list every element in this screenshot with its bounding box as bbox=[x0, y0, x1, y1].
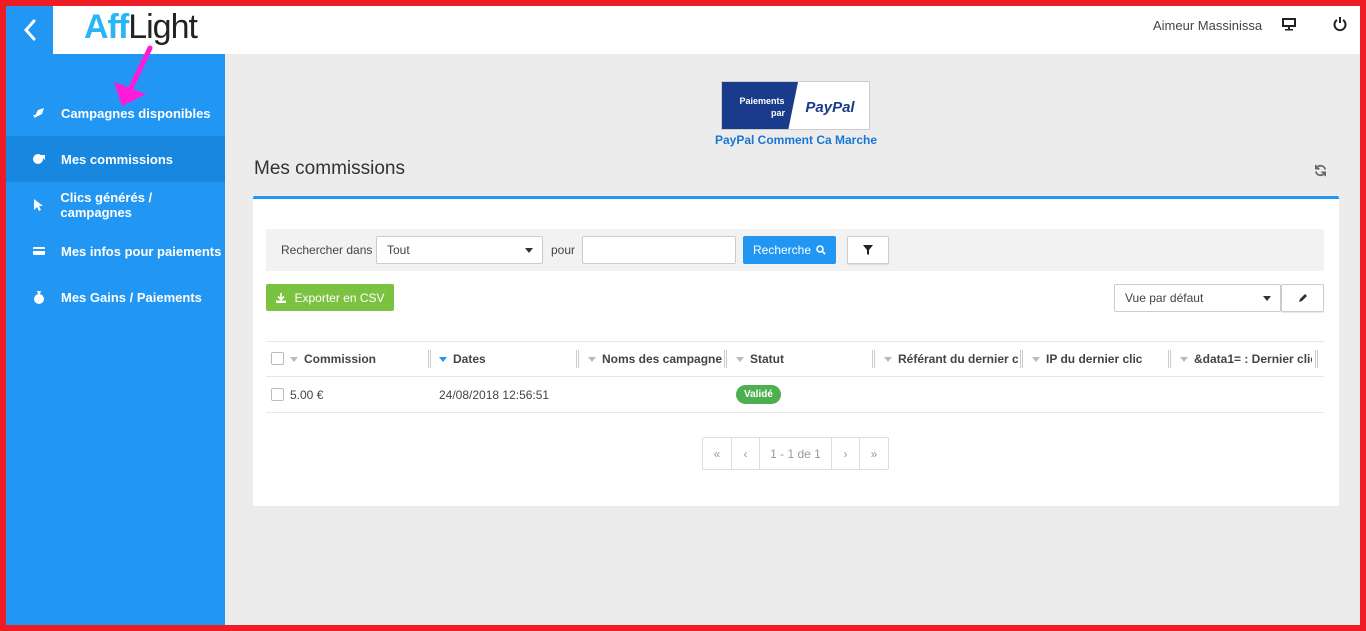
sidebar-item-infos-paiements[interactable]: Mes infos pour paiements bbox=[6, 228, 225, 274]
cursor-icon bbox=[6, 198, 60, 212]
power-icon[interactable] bbox=[1333, 16, 1347, 37]
sort-icon bbox=[439, 356, 447, 362]
search-button-label: Recherche bbox=[752, 243, 812, 257]
chevron-left-icon bbox=[23, 19, 35, 41]
sidebar-item-commissions[interactable]: Mes commissions bbox=[6, 136, 225, 182]
sidebar-item-label: Mes infos pour paiements bbox=[61, 243, 222, 259]
money-bag-icon bbox=[6, 290, 61, 304]
table-row[interactable]: 5.00 € 24/08/2018 12:56:51 Validé bbox=[266, 377, 1324, 413]
column-resizer[interactable] bbox=[1315, 350, 1318, 368]
sort-icon bbox=[290, 356, 298, 362]
column-resizer[interactable] bbox=[576, 350, 579, 368]
search-in-select[interactable]: Tout bbox=[376, 236, 543, 264]
export-csv-button[interactable]: Exporter en CSV bbox=[266, 284, 394, 311]
cell-status: Validé bbox=[736, 377, 781, 412]
download-icon bbox=[276, 292, 287, 303]
sort-icon bbox=[1180, 356, 1188, 362]
row-checkbox[interactable] bbox=[271, 388, 284, 401]
rocket-icon bbox=[6, 106, 61, 120]
sidebar-item-label: Clics générés / campagnes bbox=[60, 190, 153, 220]
column-header-commission[interactable]: Commission bbox=[290, 342, 426, 376]
paypal-badge-line2: par bbox=[771, 108, 786, 118]
pencil-icon bbox=[1298, 294, 1307, 302]
column-label: Noms des campagnes bbox=[602, 352, 722, 366]
column-label: &data1= : Dernier clic bbox=[1194, 352, 1312, 366]
logo-aff: Aff bbox=[84, 8, 129, 46]
sort-icon bbox=[736, 356, 744, 362]
table-header: Commission Dates Noms des campagnes Stat… bbox=[266, 341, 1324, 377]
view-value: Vue par défaut bbox=[1125, 291, 1204, 305]
status-badge: Validé bbox=[736, 385, 781, 404]
cell-date: 24/08/2018 12:56:51 bbox=[439, 387, 550, 402]
column-header-status[interactable]: Statut bbox=[736, 342, 870, 376]
column-header-ip[interactable]: IP du dernier clic bbox=[1032, 342, 1166, 376]
annotation-arrow-icon bbox=[114, 45, 153, 106]
view-select[interactable]: Vue par défaut bbox=[1114, 284, 1281, 312]
edit-view-button[interactable] bbox=[1281, 284, 1324, 312]
column-label: Statut bbox=[750, 352, 784, 366]
caret-down-icon bbox=[525, 248, 533, 253]
column-resizer[interactable] bbox=[428, 350, 431, 368]
cell-commission: 5.00 € bbox=[290, 387, 324, 402]
column-resizer[interactable] bbox=[872, 350, 875, 368]
caret-down-icon bbox=[1263, 296, 1271, 301]
select-all-checkbox[interactable] bbox=[271, 352, 284, 365]
search-icon bbox=[816, 245, 826, 255]
page-info: 1 - 1 de 1 bbox=[760, 438, 832, 469]
page-title: Mes commissions bbox=[254, 158, 405, 179]
logo: Aff Light bbox=[84, 8, 198, 48]
sidebar-item-label: Mes Gains / Paiements bbox=[61, 289, 202, 305]
column-label: Commission bbox=[304, 352, 377, 366]
top-bar: Aff Light Aimeur Massinissa bbox=[6, 6, 1360, 54]
sort-icon bbox=[1032, 356, 1040, 362]
for-label: pour bbox=[551, 243, 576, 257]
card-icon bbox=[6, 245, 61, 257]
user-name[interactable]: Aimeur Massinissa bbox=[1153, 18, 1262, 33]
monitor-icon[interactable] bbox=[1281, 16, 1297, 37]
paypal-brand: PayPal bbox=[805, 99, 855, 116]
filter-icon bbox=[863, 245, 873, 255]
column-label: Référant du dernier clic bbox=[898, 352, 1018, 366]
logo-light: Light bbox=[128, 8, 198, 46]
column-header-referrer[interactable]: Référant du dernier clic bbox=[884, 342, 1018, 376]
last-page-button[interactable]: » bbox=[860, 438, 888, 469]
filter-bar: Rechercher dans Tout pour Recherche bbox=[266, 229, 1324, 271]
commissions-table: Commission Dates Noms des campagnes Stat… bbox=[266, 341, 1324, 413]
refresh-icon[interactable] bbox=[1314, 164, 1327, 182]
column-label: IP du dernier clic bbox=[1046, 352, 1143, 366]
first-page-button[interactable]: « bbox=[703, 438, 732, 469]
search-in-value: Tout bbox=[387, 243, 410, 257]
column-label: Dates bbox=[453, 352, 486, 366]
search-input[interactable] bbox=[582, 236, 736, 264]
column-header-campaigns[interactable]: Noms des campagnes bbox=[588, 342, 722, 376]
prev-page-button[interactable]: ‹ bbox=[732, 438, 760, 469]
export-csv-label: Exporter en CSV bbox=[294, 290, 385, 305]
search-in-label: Rechercher dans bbox=[281, 243, 373, 257]
back-button[interactable] bbox=[6, 6, 53, 54]
pagination: « ‹ 1 - 1 de 1 › » bbox=[702, 437, 889, 470]
column-resizer[interactable] bbox=[1168, 350, 1171, 368]
search-button[interactable]: Recherche bbox=[743, 236, 836, 264]
paypal-badge-line1: Paiements bbox=[739, 96, 784, 106]
sort-icon bbox=[588, 356, 596, 362]
sidebar-item-label: Mes commissions bbox=[61, 151, 173, 167]
sidebar-item-gains[interactable]: Mes Gains / Paiements bbox=[6, 274, 225, 320]
filter-button[interactable] bbox=[847, 236, 889, 264]
paypal-badge[interactable]: Paiements par PayPal bbox=[721, 81, 870, 130]
chart-icon bbox=[6, 152, 61, 166]
paypal-info-link[interactable]: PayPal Comment Ca Marche bbox=[704, 133, 888, 147]
sidebar: Campagnes disponibles Mes commissions Cl… bbox=[6, 54, 225, 625]
app-window: Aff Light Aimeur Massinissa Campagnes dis… bbox=[6, 6, 1360, 625]
column-resizer[interactable] bbox=[724, 350, 727, 368]
commissions-panel: Rechercher dans Tout pour Recherche Expo… bbox=[253, 196, 1339, 506]
next-page-button[interactable]: › bbox=[832, 438, 860, 469]
column-header-data1[interactable]: &data1= : Dernier clic bbox=[1180, 342, 1312, 376]
sort-icon bbox=[884, 356, 892, 362]
column-header-dates[interactable]: Dates bbox=[439, 342, 573, 376]
column-resizer[interactable] bbox=[1020, 350, 1023, 368]
sidebar-item-clics[interactable]: Clics générés / campagnes bbox=[6, 182, 225, 228]
